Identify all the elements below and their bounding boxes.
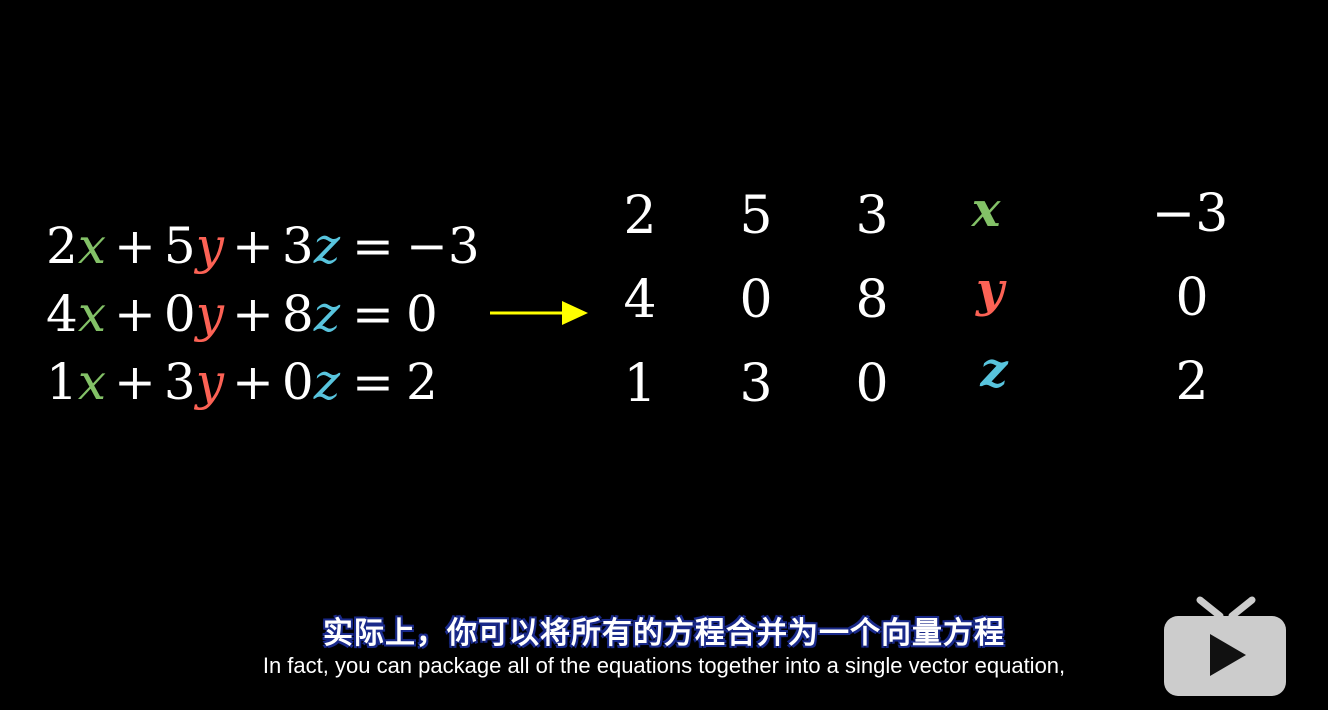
coefficient: 2	[46, 217, 78, 275]
matrix-cell: 3	[855, 186, 889, 246]
subtitle-english: In fact, you can package all of the equa…	[262, 653, 1066, 678]
matrix-cell: 3	[739, 354, 773, 414]
vector-var-y: y	[976, 262, 1004, 318]
plus-sign: +	[114, 353, 156, 411]
equation-row-2: 4x +0y +8z = 0	[46, 280, 480, 348]
var-z: z	[313, 217, 341, 275]
var-x: x	[77, 353, 107, 411]
var-z: z	[313, 353, 341, 411]
matrix-cell: 2	[623, 186, 657, 246]
equals-sign: =	[352, 285, 394, 343]
right-arrow-icon	[490, 301, 588, 325]
coefficient: 4	[46, 285, 78, 343]
matrix-cell: 1	[623, 354, 657, 414]
plus-sign: +	[231, 285, 274, 343]
coefficient: 1	[46, 353, 78, 411]
right-hand-side: −3	[405, 217, 480, 275]
rhs-cell: 0	[1175, 268, 1209, 328]
plus-sign: +	[231, 353, 274, 411]
coefficient: 3	[163, 353, 196, 411]
vector-var-z: z	[980, 342, 1008, 398]
plus-sign: +	[231, 217, 274, 275]
coefficient: 5	[163, 217, 196, 275]
right-hand-side: 0	[405, 285, 438, 343]
coefficient: 3	[281, 217, 314, 275]
coefficient: 0	[281, 353, 314, 411]
tv-play-icon	[1164, 596, 1286, 696]
rhs-cell: 2	[1175, 352, 1209, 412]
matrix-cell: 8	[855, 270, 889, 330]
equation-row-1: 2x +5y +3z = −3	[46, 212, 480, 280]
matrix-cell: 5	[739, 186, 773, 246]
var-y: y	[195, 285, 224, 343]
matrix-cell: 4	[623, 270, 657, 330]
subtitle-chinese: 实际上，你可以将所有的方程合并为一个向量方程	[323, 616, 1005, 651]
var-x: x	[77, 285, 107, 343]
coefficient: 8	[281, 285, 314, 343]
coefficient: 0	[163, 285, 196, 343]
rhs-cell: −3	[1151, 184, 1229, 244]
video-frame: 2x +5y +3z = −3 4x +0y +8z = 0 1x +3y +0z = 2 2 5 3 …	[0, 0, 1328, 710]
right-hand-side: 2	[405, 353, 438, 411]
equals-sign: =	[352, 217, 394, 275]
equals-sign: =	[352, 353, 394, 411]
matrix-cell: 0	[739, 270, 773, 330]
var-x: x	[77, 217, 107, 275]
var-y: y	[195, 217, 224, 275]
plus-sign: +	[114, 285, 156, 343]
matrix-cell: 0	[855, 354, 889, 414]
plus-sign: +	[114, 217, 156, 275]
equation-system: 2x +5y +3z = −3 4x +0y +8z = 0 1x +3y +0z = 2	[46, 212, 480, 416]
vector-var-x: x	[971, 182, 1001, 238]
equation-row-3: 1x +3y +0z = 2	[46, 348, 480, 416]
var-y: y	[195, 353, 224, 411]
var-z: z	[313, 285, 341, 343]
